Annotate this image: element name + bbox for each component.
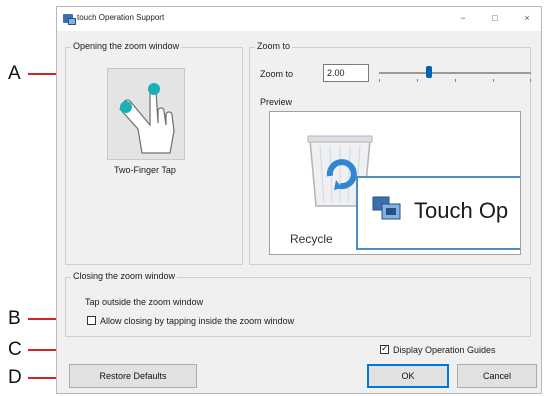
zoom-group-title: Zoom to [255, 41, 293, 51]
restore-defaults-button[interactable]: Restore Defaults [69, 364, 197, 388]
touch-app-icon [372, 196, 401, 220]
zoom-slider-track[interactable] [379, 72, 531, 74]
callout-a-letter: A [8, 63, 21, 84]
two-finger-tap-hand-icon [119, 83, 175, 154]
display-operation-guides-label[interactable]: Display Operation Guides [393, 345, 496, 355]
callout-d-letter: D [8, 367, 22, 388]
closing-group-title: Closing the zoom window [71, 271, 178, 281]
cancel-button[interactable]: Cancel [457, 364, 537, 388]
allow-closing-checkbox[interactable] [87, 316, 96, 325]
preview-popup-text: Touch Op [414, 198, 509, 223]
callout-b-letter: B [8, 308, 21, 329]
app-icon [63, 14, 76, 25]
preview-label: Preview [260, 97, 293, 107]
tap-outside-text: Tap outside the zoom window [85, 297, 204, 307]
ok-button[interactable]: OK [367, 364, 449, 388]
zoom-preview: Recycle Touch Op [269, 111, 521, 255]
recycle-bin-label: Recycle [290, 232, 333, 246]
opening-group-title: Opening the zoom window [71, 41, 182, 51]
two-finger-tap-gesture-image [107, 68, 185, 160]
slider-tick [379, 79, 380, 82]
zoom-to-label: Zoom to [260, 69, 294, 79]
slider-tick [455, 79, 456, 82]
minimize-button[interactable]: − [453, 10, 473, 26]
allow-closing-label[interactable]: Allow closing by tapping inside the zoom… [100, 316, 294, 326]
title-bar[interactable]: touch Operation Support − □ × [57, 7, 541, 31]
maximize-button[interactable]: □ [485, 10, 505, 26]
window-title: touch Operation Support [77, 13, 165, 22]
gesture-label: Two-Finger Tap [114, 165, 176, 175]
close-button[interactable]: × [517, 10, 537, 26]
display-operation-guides-checkbox[interactable] [380, 343, 389, 354]
touch-operation-support-window: touch Operation Support − □ × Opening th… [56, 6, 542, 394]
zoom-slider-thumb[interactable] [426, 66, 433, 78]
zoom-value-input[interactable]: 2.00 [323, 64, 369, 82]
callout-c-letter: C [8, 339, 22, 360]
closing-zoom-window-group [65, 277, 531, 337]
slider-tick [417, 79, 418, 82]
preview-zoom-popup: Touch Op [356, 176, 520, 250]
slider-tick [493, 79, 494, 82]
slider-tick [530, 79, 531, 82]
